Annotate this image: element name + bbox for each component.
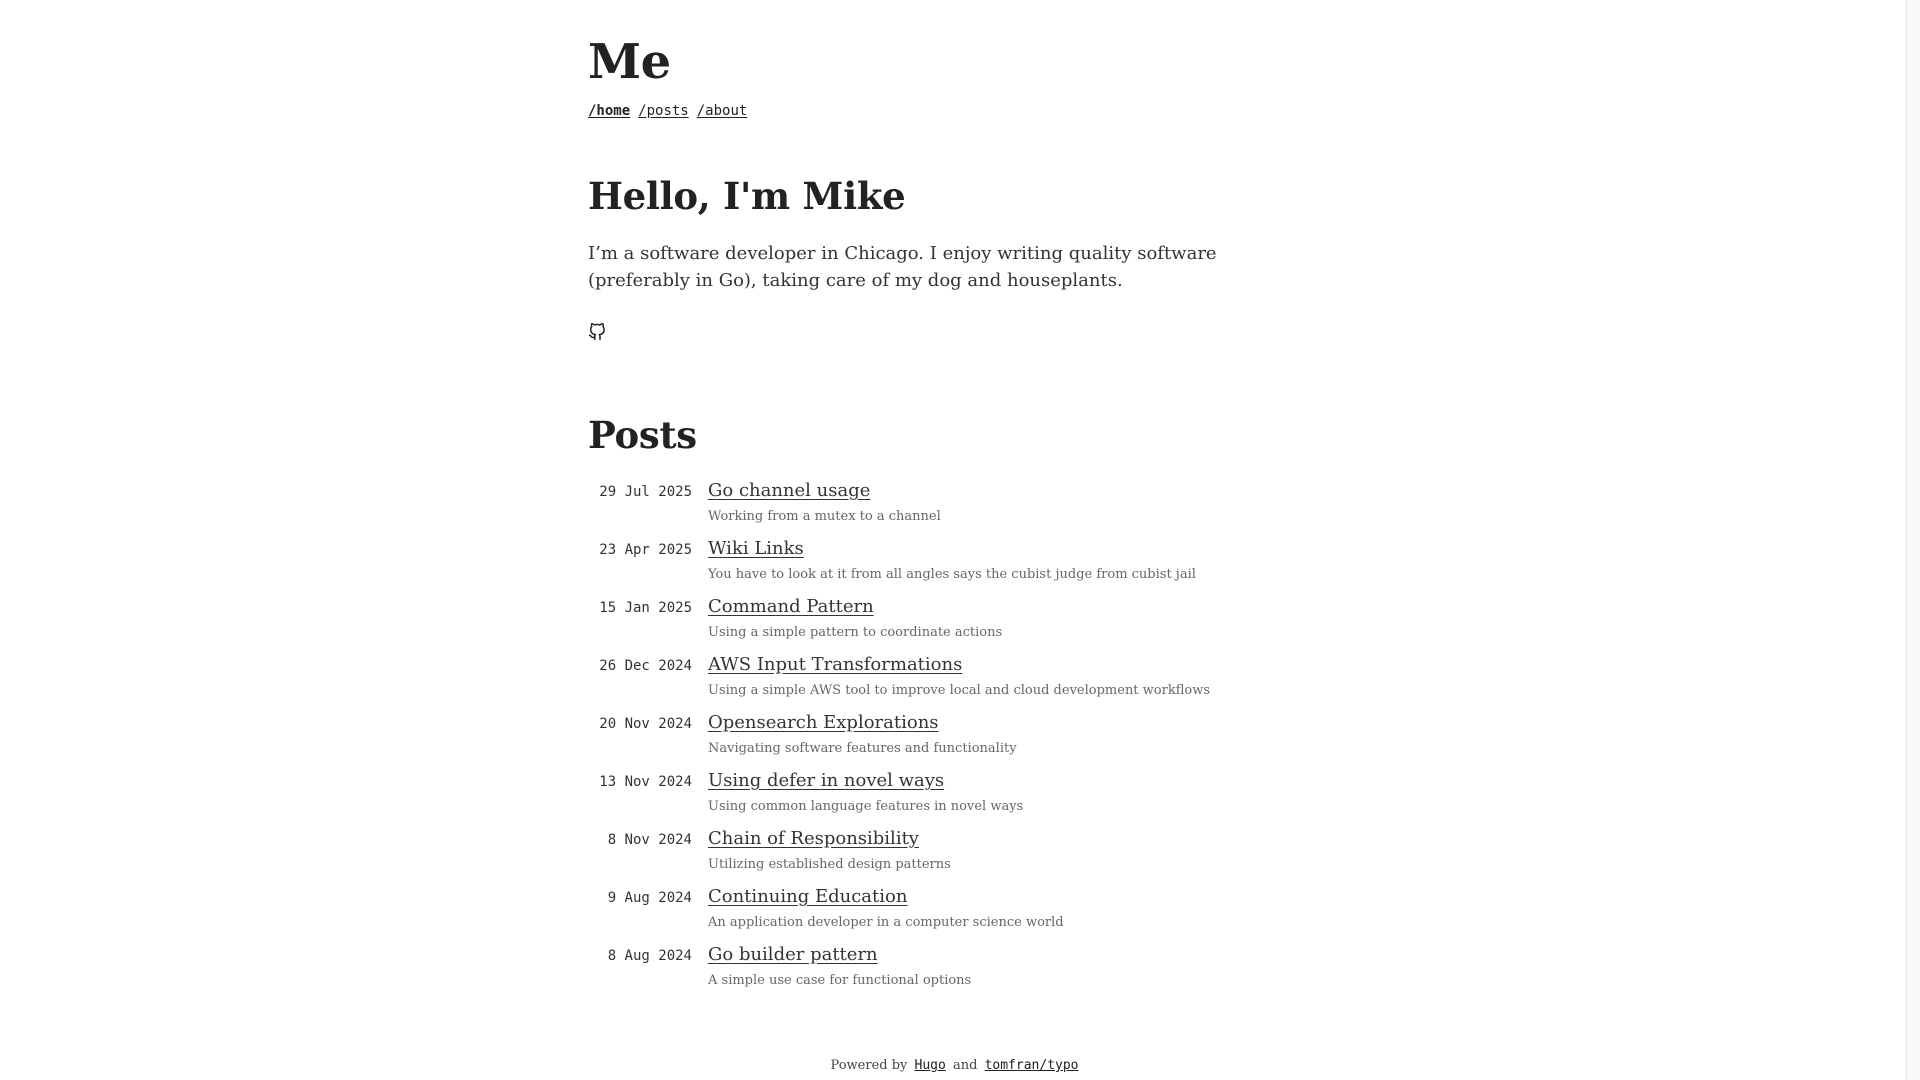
post-title-link[interactable]: Opensearch Explorations <box>708 710 939 736</box>
post-date: 26 Dec 2024 <box>599 658 692 674</box>
intro-bio: I’m a software developer in Chicago. I e… <box>588 243 1217 291</box>
post-list-item: 8 Nov 2024 Chain of Responsibility Utili… <box>588 826 1348 884</box>
post-list-item: 13 Nov 2024 Using defer in novel ways Us… <box>588 768 1348 826</box>
post-title-link[interactable]: AWS Input Transformations <box>708 652 962 678</box>
post-description: Working from a mutex to a channel <box>708 509 941 524</box>
footer-powered-by: Powered by <box>830 1058 908 1073</box>
post-date: 20 Nov 2024 <box>599 716 692 732</box>
post-list-item: 8 Aug 2024 Go builder pattern A simple u… <box>588 942 1348 1000</box>
post-title-link[interactable]: Chain of Responsibility <box>708 826 919 852</box>
site-title[interactable]: Me <box>588 30 671 94</box>
github-icon[interactable] <box>588 322 606 342</box>
post-list-item: 29 Jul 2025 Go channel usage Working fro… <box>588 478 1348 536</box>
post-list-item: 26 Dec 2024 AWS Input Transformations Us… <box>588 652 1348 710</box>
nav-about-link[interactable]: /about <box>697 103 748 119</box>
post-title-link[interactable]: Continuing Education <box>708 884 907 910</box>
post-date: 13 Nov 2024 <box>599 774 692 790</box>
post-description: Navigating software features and functio… <box>708 741 1017 756</box>
intro-heading: Hello, I'm Mike <box>588 174 906 218</box>
post-date: 15 Jan 2025 <box>599 600 692 616</box>
post-date: 23 Apr 2025 <box>599 542 692 558</box>
footer-theme-link[interactable]: tomfran/typo <box>985 1058 1079 1073</box>
main-nav: /home /posts /about <box>588 103 747 119</box>
post-list-item: 9 Aug 2024 Continuing Education An appli… <box>588 884 1348 942</box>
vertical-scrollbar[interactable] <box>1906 0 1920 1080</box>
post-title-link[interactable]: Go channel usage <box>708 478 870 504</box>
post-date: 8 Aug 2024 <box>607 948 692 964</box>
footer-hugo-link[interactable]: Hugo <box>915 1058 946 1073</box>
post-list-item: 15 Jan 2025 Command Pattern Using a simp… <box>588 594 1348 652</box>
post-title-link[interactable]: Wiki Links <box>708 536 804 562</box>
nav-posts-link[interactable]: /posts <box>638 103 689 119</box>
post-date: 9 Aug 2024 <box>607 890 692 906</box>
post-description: Using a simple pattern to coordinate act… <box>708 625 1003 640</box>
post-date: 29 Jul 2025 <box>599 484 692 500</box>
post-description: Using common language features in novel … <box>708 799 1024 814</box>
post-description: Using a simple AWS tool to improve local… <box>708 683 1211 698</box>
nav-home-link[interactable]: /home <box>588 103 630 119</box>
post-list-item: 23 Apr 2025 Wiki Links You have to look … <box>588 536 1348 594</box>
post-description: You have to look at it from all angles s… <box>708 567 1196 582</box>
post-list: 29 Jul 2025 Go channel usage Working fro… <box>588 478 1348 1000</box>
post-description: A simple use case for functional options <box>708 973 972 988</box>
footer-and: and <box>952 1058 978 1073</box>
page: Me /home /posts /about Hello, I'm Mike I… <box>0 0 1920 1080</box>
post-title-link[interactable]: Go builder pattern <box>708 942 878 968</box>
post-title-link[interactable]: Using defer in novel ways <box>708 768 944 794</box>
post-description: An application developer in a computer s… <box>708 915 1064 930</box>
post-date: 8 Nov 2024 <box>607 832 692 848</box>
post-title-link[interactable]: Command Pattern <box>708 594 874 620</box>
post-list-item: 20 Nov 2024 Opensearch Explorations Navi… <box>588 710 1348 768</box>
posts-heading: Posts <box>588 413 697 457</box>
footer: Powered by Hugo and tomfran/typo <box>0 1058 1906 1073</box>
post-description: Utilizing established design patterns <box>708 857 951 872</box>
